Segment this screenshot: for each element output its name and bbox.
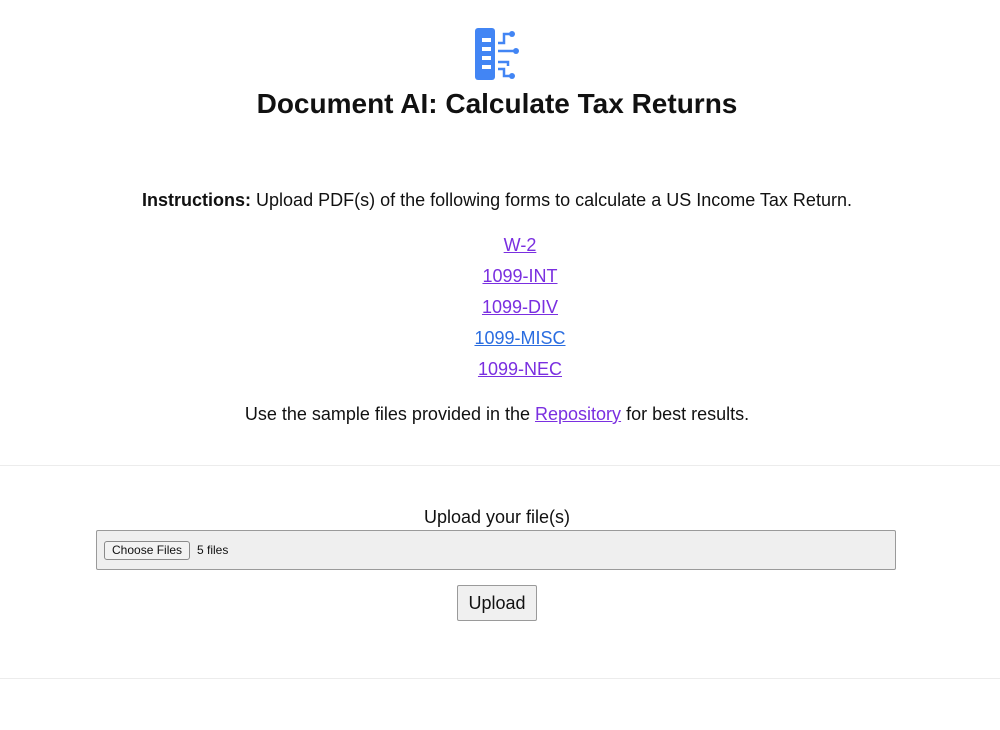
form-link-1099-misc[interactable]: 1099-MISC	[474, 328, 565, 348]
repository-link[interactable]: Repository	[535, 404, 621, 424]
section-divider	[0, 678, 1000, 679]
list-item: W-2	[0, 232, 1000, 263]
form-link-1099-int[interactable]: 1099-INT	[482, 266, 557, 286]
page-title: Document AI: Calculate Tax Returns	[256, 88, 738, 119]
file-input[interactable]: Choose Files 5 files	[96, 530, 896, 570]
repository-suffix: for best results.	[621, 404, 750, 424]
file-count: 5 files	[197, 543, 229, 557]
list-item: 1099-DIV	[0, 294, 1000, 325]
upload-button[interactable]: Upload	[457, 585, 537, 621]
list-item: 1099-MISC	[0, 325, 1000, 356]
page: Document AI: Calculate Tax Returns Instr…	[0, 0, 1000, 730]
form-link-w2[interactable]: W-2	[504, 235, 537, 255]
upload-label: Upload your file(s)	[423, 507, 571, 527]
form-link-1099-nec[interactable]: 1099-NEC	[478, 359, 562, 379]
document-ai-icon	[475, 28, 519, 80]
list-item: 1099-NEC	[0, 356, 1000, 387]
list-item: 1099-INT	[0, 263, 1000, 294]
instructions-label: Instructions:	[142, 190, 252, 210]
repository-prefix: Use the sample files provided in the	[244, 404, 536, 424]
instructions: Instructions: Upload PDF(s) of the follo…	[0, 187, 994, 213]
instructions-text: Upload PDF(s) of the following forms to …	[251, 190, 852, 210]
section-divider	[0, 465, 1000, 466]
form-link-list: W-2 1099-INT 1099-DIV 1099-MISC 1099-NEC	[0, 232, 1000, 387]
form-link-1099-div[interactable]: 1099-DIV	[482, 297, 558, 317]
repository-note: Use the sample files provided in the Rep…	[0, 401, 994, 427]
choose-files-button[interactable]: Choose Files	[104, 541, 191, 560]
